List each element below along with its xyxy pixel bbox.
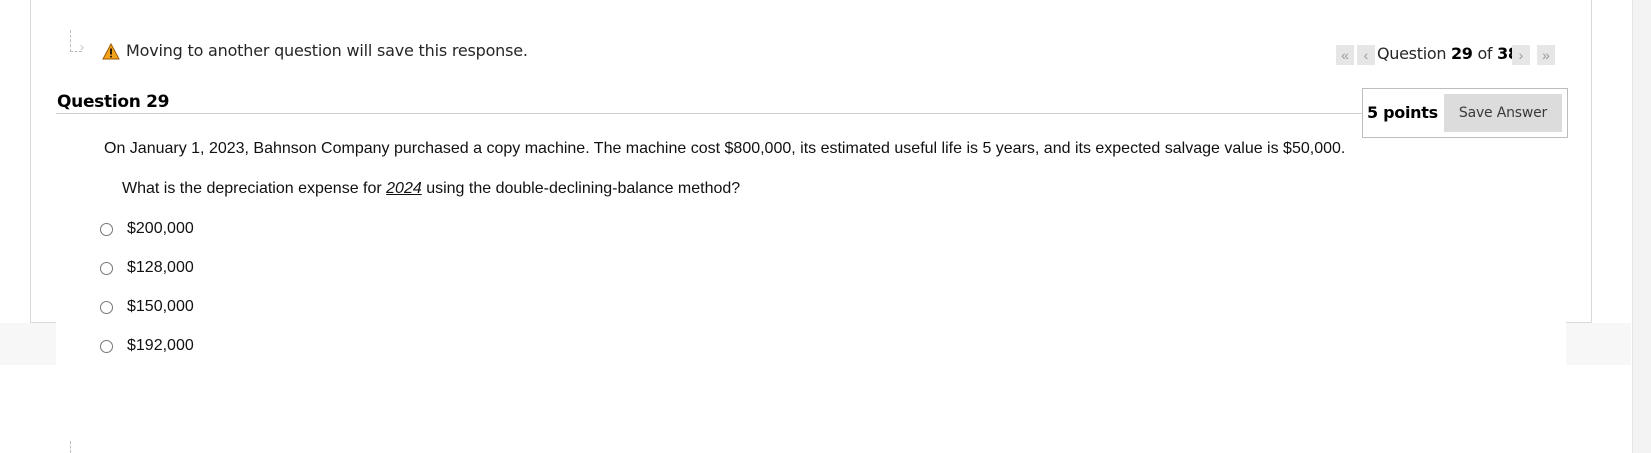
save-warning-text: Moving to another question will save thi… [126,41,528,60]
radio-button[interactable] [100,340,113,353]
points-label: 5 points [1367,103,1438,122]
chevron-right-icon: › [1518,47,1524,63]
last-question-button[interactable]: » [1537,45,1555,65]
question-prompt: What is the depreciation expense for 202… [122,180,740,198]
question-counter: Question 29 of 38 [1377,44,1519,63]
scrollbar-track[interactable] [1632,0,1651,453]
previous-question-button[interactable]: ‹ [1357,45,1375,65]
question-title: Question 29 [57,92,170,112]
prompt-text-before: What is the depreciation expense for [122,180,387,197]
answer-option-label[interactable]: $200,000 [127,220,194,238]
radio-button[interactable] [100,223,113,236]
connector-line [70,441,72,453]
first-question-button[interactable]: « [1336,45,1354,65]
radio-button[interactable] [100,262,113,275]
warning-triangle-icon [102,43,120,60]
answer-option-label[interactable]: $150,000 [127,298,194,316]
double-chevron-right-icon: » [1542,47,1550,63]
counter-current: 29 [1450,44,1473,63]
title-divider [56,113,1362,114]
radio-button[interactable] [100,301,113,314]
double-chevron-left-icon: « [1341,47,1349,63]
answer-option-label[interactable]: $128,000 [127,259,194,277]
counter-separator: of [1477,44,1493,63]
chevron-left-icon: ‹ [1363,47,1369,63]
connector-arrow-icon: › [80,40,84,54]
counter-prefix: Question [1377,44,1447,63]
prompt-text-after: using the double-declining-balance metho… [421,180,741,197]
answer-option-label[interactable]: $192,000 [127,337,194,355]
question-panel [56,83,1566,365]
next-question-button[interactable]: › [1512,45,1530,65]
save-answer-button[interactable]: Save Answer [1444,94,1562,132]
prompt-year: 2024 [386,180,422,197]
question-stem: On January 1, 2023, Bahnson Company purc… [104,140,1346,157]
